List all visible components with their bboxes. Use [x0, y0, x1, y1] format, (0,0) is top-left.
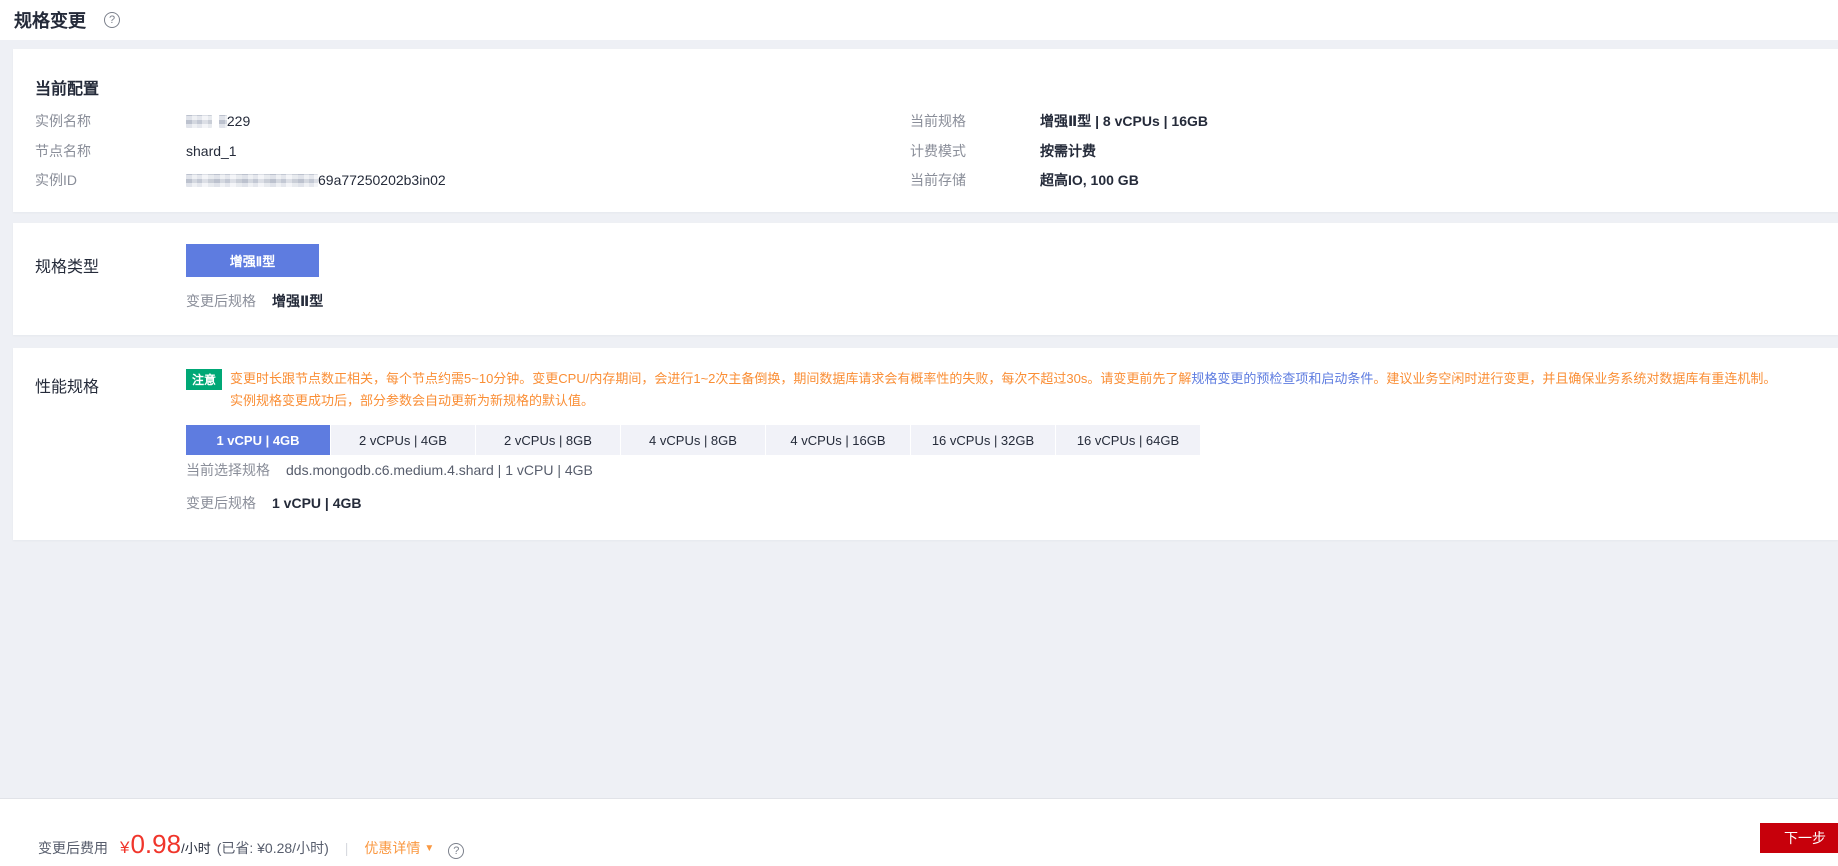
spec-options-row: 1 vCPU | 4GB 2 vCPUs | 4GB 2 vCPUs | 8GB…	[186, 425, 1200, 455]
current-storage-row: 当前存储 超高IO, 100 GB	[910, 170, 1139, 190]
after-change-value: 增强Ⅱ型	[272, 293, 324, 309]
instance-name-row: 实例名称 229	[35, 111, 250, 131]
spec-option-2vcpus-4gb[interactable]: 2 vCPUs | 4GB	[331, 425, 475, 455]
spec-option-2vcpus-8gb[interactable]: 2 vCPUs | 8GB	[476, 425, 620, 455]
chevron-down-icon: ▼	[424, 842, 435, 854]
spec-option-4vcpus-16gb[interactable]: 4 vCPUs | 16GB	[766, 425, 910, 455]
fee-help-icon[interactable]: ?	[448, 843, 465, 859]
section-title-performance-spec: 性能规格	[35, 379, 100, 396]
fee-label: 变更后费用	[38, 840, 108, 856]
masked-text	[186, 115, 212, 128]
billing-mode-label: 计费模式	[910, 143, 966, 159]
instance-name-label: 实例名称	[35, 113, 91, 129]
fee-price: 0.98	[130, 829, 182, 859]
spec-type-after-change-row: 变更后规格 增强Ⅱ型	[186, 291, 323, 311]
masked-text	[186, 174, 318, 187]
notice-line-2: 实例规格变更成功后，部分参数会自动更新为新规格的默认值。	[230, 393, 595, 408]
current-spec-label: 当前规格	[910, 113, 966, 129]
instance-name-value: 229	[186, 113, 250, 129]
perf-after-change-row: 变更后规格 1 vCPU | 4GB	[186, 493, 362, 513]
current-spec-value: 增强Ⅱ型 | 8 vCPUs | 16GB	[1040, 113, 1208, 129]
current-spec-row: 当前规格 增强Ⅱ型 | 8 vCPUs | 16GB	[910, 111, 1208, 131]
perf-after-change-label: 变更后规格	[186, 495, 256, 511]
spec-option-1vcpu-4gb[interactable]: 1 vCPU | 4GB	[186, 425, 330, 455]
instance-id-row: 实例ID 69a77250202b3in02	[35, 170, 446, 190]
node-name-value: shard_1	[186, 143, 237, 159]
change-notice: 注意 变更时长跟节点数正相关，每个节点约需5~10分钟。变更CPU/内存期间，会…	[186, 368, 1776, 412]
page-header: 规格变更 ?	[0, 0, 1838, 40]
notice-text: 变更时长跟节点数正相关，每个节点约需5~10分钟。变更CPU/内存期间，会进行1…	[230, 368, 1776, 412]
spec-option-16vcpus-64gb[interactable]: 16 vCPUs | 64GB	[1056, 425, 1200, 455]
spec-option-16vcpus-32gb[interactable]: 16 vCPUs | 32GB	[911, 425, 1055, 455]
section-title-spec-type: 规格类型	[35, 259, 100, 276]
spec-type-card: 规格类型 增强Ⅱ型 变更后规格 增强Ⅱ型	[13, 223, 1838, 335]
node-name-row: 节点名称 shard_1	[35, 141, 237, 161]
current-storage-label: 当前存储	[910, 172, 966, 188]
help-icon[interactable]: ?	[104, 12, 120, 28]
notice-line-1: 变更时长跟节点数正相关，每个节点约需5~10分钟。变更CPU/内存期间，会进行1…	[230, 371, 1777, 386]
notice-badge: 注意	[186, 369, 223, 390]
current-storage-value: 超高IO, 100 GB	[1040, 172, 1139, 188]
billing-mode-value: 按需计费	[1040, 143, 1096, 159]
current-config-card: 当前配置 实例名称 229 节点名称 shard_1 实例ID 69a77250…	[13, 49, 1838, 212]
instance-id-label: 实例ID	[35, 172, 77, 188]
page-title: 规格变更	[14, 11, 86, 31]
fee-currency: ¥	[120, 838, 130, 857]
next-step-button[interactable]: 下一步	[1760, 823, 1838, 853]
node-name-label: 节点名称	[35, 143, 91, 159]
perf-after-change-value: 1 vCPU | 4GB	[272, 495, 362, 511]
spec-option-4vcpus-8gb[interactable]: 4 vCPUs | 8GB	[621, 425, 765, 455]
fee-savings: (已省: ¥0.28/小时)	[216, 840, 329, 856]
billing-mode-row: 计费模式 按需计费	[910, 141, 1096, 161]
instance-id-value: 69a77250202b3in02	[186, 172, 446, 188]
precheck-conditions-link[interactable]: 规格变更的预检查项和启动条件	[1191, 371, 1373, 386]
masked-text	[218, 115, 227, 128]
after-change-label: 变更后规格	[186, 293, 256, 309]
footer-bar: 变更后费用 ¥ 0.98 /小时 (已省: ¥0.28/小时) | 优惠详情 ▼…	[0, 798, 1838, 866]
divider: |	[344, 840, 349, 856]
performance-spec-card: 性能规格 注意 变更时长跟节点数正相关，每个节点约需5~10分钟。变更CPU/内…	[13, 348, 1838, 540]
current-selection-label: 当前选择规格	[186, 462, 270, 478]
current-selection-row: 当前选择规格 dds.mongodb.c6.medium.4.shard | 1…	[186, 460, 593, 480]
current-selection-value: dds.mongodb.c6.medium.4.shard | 1 vCPU |…	[286, 462, 593, 478]
discount-details-link[interactable]: 优惠详情 ▼	[364, 838, 434, 858]
fee-summary: 变更后费用 ¥ 0.98 /小时 (已省: ¥0.28/小时) | 优惠详情 ▼…	[38, 799, 465, 866]
spec-type-button[interactable]: 增强Ⅱ型	[186, 244, 319, 277]
section-title-current-config: 当前配置	[35, 81, 100, 98]
fee-unit: /小时	[181, 841, 211, 856]
